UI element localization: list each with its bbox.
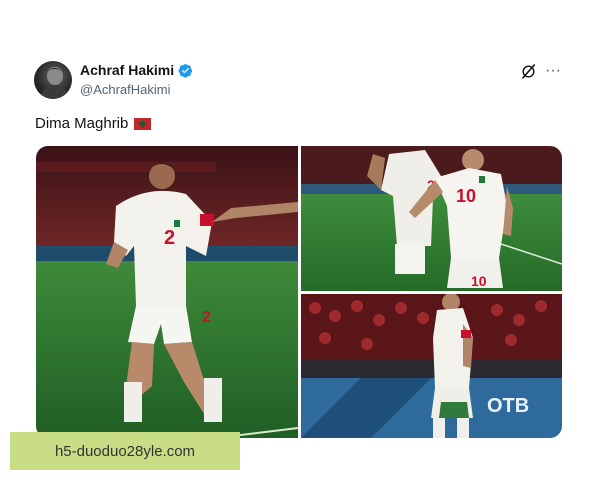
svg-text:10: 10 — [471, 273, 487, 289]
author-avatar[interactable] — [34, 61, 72, 99]
watermark-text: h5-duoduo28yle.com — [54, 442, 196, 460]
avatar-image — [40, 67, 69, 99]
photo-sideline-image: OTB — [301, 294, 562, 438]
verified-badge-icon — [178, 63, 193, 78]
photo-two-players-celebrating[interactable]: 2 10 10 — [301, 146, 562, 291]
tweet-text: Dima Maghrib — [35, 115, 152, 132]
grok-icon[interactable] — [520, 63, 537, 80]
photo-player-sideline[interactable]: OTB — [301, 294, 562, 438]
photo-two-players-image: 2 10 10 — [301, 146, 562, 291]
more-options-button[interactable]: ··· — [545, 62, 561, 80]
photo-celebration-image: 2 2 — [36, 146, 298, 438]
photo-celebration-main[interactable]: 2 2 — [36, 146, 298, 438]
media-grid: 2 2 2 10 10 OTB — [36, 146, 562, 438]
watermark-banner: h5-duoduo28yle.com — [10, 432, 240, 470]
author-display-name[interactable]: Achraf Hakimi — [80, 62, 174, 78]
jersey-number-label: 2 — [164, 227, 175, 249]
tweet-card: Achraf Hakimi @AchrafHakimi ··· Dima Mag… — [20, 40, 578, 445]
jersey-number-10-label: 10 — [456, 186, 476, 206]
author-name-row: Achraf Hakimi — [80, 62, 193, 78]
svg-text:2: 2 — [202, 309, 211, 326]
morocco-flag-icon — [134, 117, 152, 130]
tweet-body: Dima Maghrib — [35, 115, 129, 132]
ad-board-text: OTB — [487, 395, 529, 417]
author-handle[interactable]: @AchrafHakimi — [80, 82, 171, 97]
